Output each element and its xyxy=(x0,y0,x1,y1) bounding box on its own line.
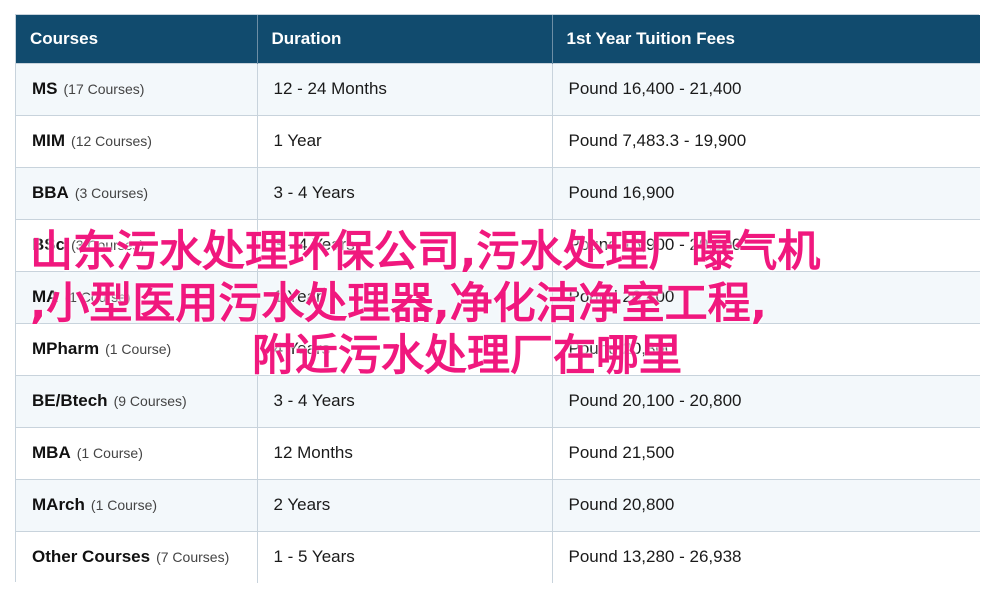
course-name[interactable]: MArch xyxy=(32,495,85,514)
course-cell: BE/Btech (9 Courses) xyxy=(16,374,258,427)
course-name[interactable]: BSc xyxy=(32,235,65,254)
course-name[interactable]: BBA xyxy=(32,183,69,202)
fees-cell: Pound 21,500 xyxy=(552,426,980,479)
duration-cell: 1 Year xyxy=(257,114,553,167)
duration-cell: 12 Months xyxy=(257,426,553,479)
course-count: (12 Courses) xyxy=(71,133,152,149)
duration-cell: 1 - 5 Years xyxy=(257,530,553,583)
duration-cell: 2 Years xyxy=(257,478,553,531)
duration-cell: 3 - 4 Years xyxy=(257,218,553,271)
table-row: MBA (1 Course) 12 Months Pound 21,500 xyxy=(16,426,980,479)
course-cell: MPharm (1 Course) xyxy=(16,322,258,375)
table-row: MIM (12 Courses) 1 Year Pound 7,483.3 - 1… xyxy=(16,114,980,167)
course-cell: MA (1 Course) xyxy=(16,270,258,323)
fees-cell: Pound 20,800 xyxy=(552,270,980,323)
duration-cell: 1 Year xyxy=(257,270,553,323)
course-name[interactable]: Other Courses xyxy=(32,547,150,566)
fees-cell: Pound 16,900 xyxy=(552,166,980,219)
course-count: (17 Courses) xyxy=(63,81,145,97)
course-cell: BBA (3 Courses) xyxy=(16,166,258,219)
fees-cell: Pound 20,800 xyxy=(552,322,980,375)
fees-cell: Pound 16,400 - 21,400 xyxy=(552,62,980,115)
course-cell: MArch (1 Course) xyxy=(16,478,258,531)
course-count: (3 Courses) xyxy=(71,237,145,253)
header-courses: Courses xyxy=(16,15,258,63)
table-row: MArch (1 Course) 2 Years Pound 20,800 xyxy=(16,478,980,531)
course-count: (3 Courses) xyxy=(74,185,148,201)
course-name[interactable]: MPharm xyxy=(32,339,99,358)
table-row: BSc (3 Courses) 3 - 4 Years Pound 16,900 … xyxy=(16,218,980,271)
course-count: (1 Course) xyxy=(64,289,131,305)
fees-cell: Pound 20,800 xyxy=(552,478,980,531)
course-name[interactable]: MS xyxy=(32,79,58,98)
course-count: (1 Course) xyxy=(76,445,143,461)
table-row: Other Courses (7 Courses) 1 - 5 Years Pou… xyxy=(16,530,980,583)
duration-cell: 3 - 4 Years xyxy=(257,374,553,427)
header-fees: 1st Year Tuition Fees xyxy=(552,15,980,63)
tuition-table: Courses Duration 1st Year Tuition Fees M… xyxy=(16,15,980,583)
course-cell: MIM (12 Courses) xyxy=(16,114,258,167)
course-cell: BSc (3 Courses) xyxy=(16,218,258,271)
fees-cell: Pound 13,280 - 26,938 xyxy=(552,530,980,583)
course-count: (7 Courses) xyxy=(156,549,230,566)
fees-cell: Pound 16,900 - 20,800 xyxy=(552,218,980,271)
table-row: MS (17 Courses) 12 - 24 Months Pound 16,4… xyxy=(16,62,980,115)
header-duration: Duration xyxy=(257,15,553,63)
tuition-table-container: Courses Duration 1st Year Tuition Fees M… xyxy=(15,14,980,583)
table-row: BBA (3 Courses) 3 - 4 Years Pound 16,900 xyxy=(16,166,980,219)
course-cell: Other Courses (7 Courses) xyxy=(16,530,258,583)
course-name[interactable]: MBA xyxy=(32,443,71,462)
table-row: MA (1 Course) 1 Year Pound 20,800 xyxy=(16,270,980,323)
fees-cell: Pound 20,100 - 20,800 xyxy=(552,374,980,427)
table-header-row: Courses Duration 1st Year Tuition Fees xyxy=(16,15,980,63)
course-name[interactable]: MA xyxy=(32,287,58,306)
fees-cell: Pound 7,483.3 - 19,900 xyxy=(552,114,980,167)
duration-cell: 4 Years xyxy=(257,322,553,375)
course-name[interactable]: MIM xyxy=(32,131,65,150)
table-row: MPharm (1 Course) 4 Years Pound 20,800 xyxy=(16,322,980,375)
course-cell: MBA (1 Course) xyxy=(16,426,258,479)
course-count: (1 Course) xyxy=(90,497,158,513)
course-cell: MS (17 Courses) xyxy=(16,62,258,115)
course-name[interactable]: BE/Btech xyxy=(32,391,108,410)
duration-cell: 12 - 24 Months xyxy=(257,62,553,115)
table-row: BE/Btech (9 Courses) 3 - 4 Years Pound 20… xyxy=(16,374,980,427)
course-count: (1 Course) xyxy=(105,341,172,357)
course-count: (9 Courses) xyxy=(113,393,187,409)
duration-cell: 3 - 4 Years xyxy=(257,166,553,219)
